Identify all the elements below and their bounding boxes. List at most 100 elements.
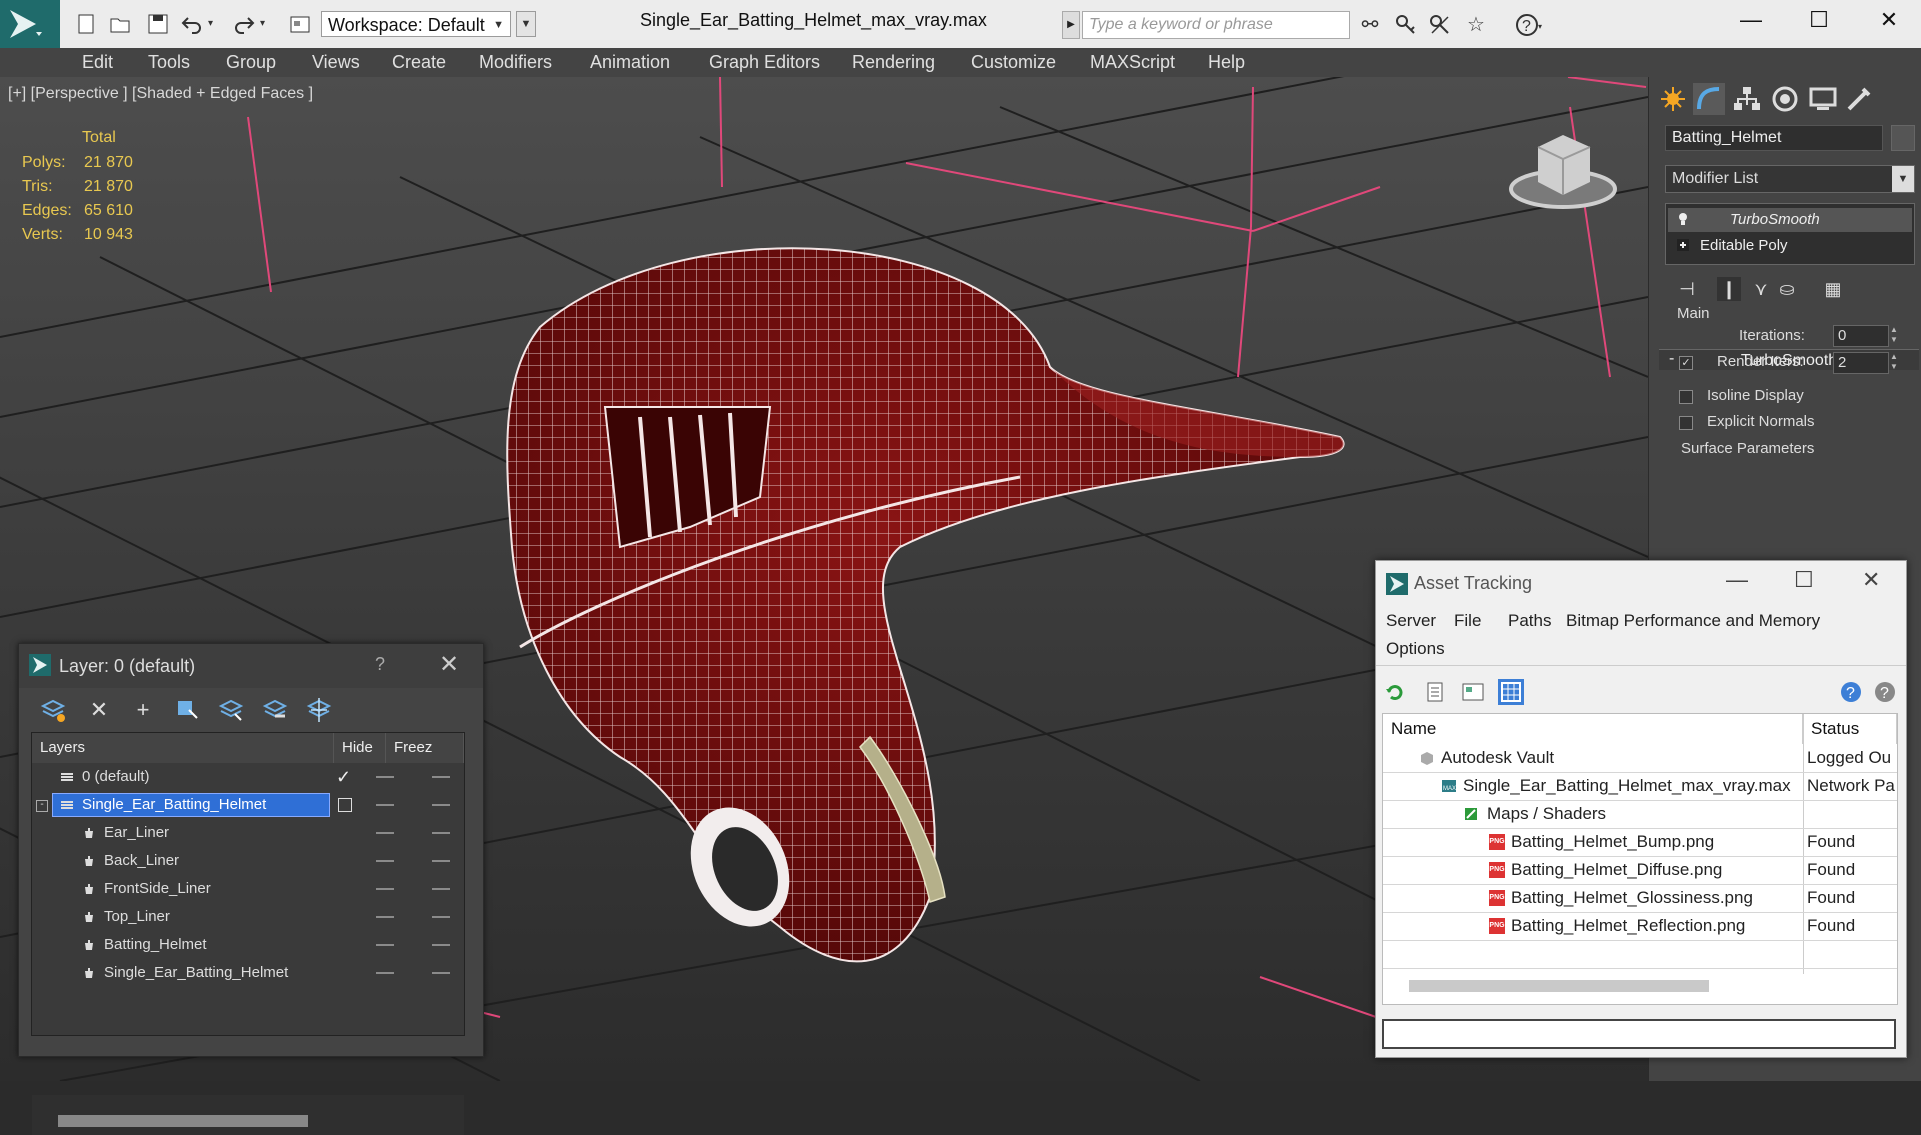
hide-toggle[interactable]	[376, 832, 394, 834]
isoline-display-checkbox[interactable]	[1679, 390, 1693, 404]
pin-stack-icon[interactable]: ⊣	[1675, 277, 1699, 301]
menu-create[interactable]: Create	[392, 52, 446, 73]
asset-row[interactable]: PNG Batting_Helmet_Reflection.png Found	[1383, 912, 1897, 941]
asset-row[interactable]: MAX Single_Ear_Batting_Helmet_max_vray.m…	[1383, 772, 1897, 801]
lightbulb-icon[interactable]	[1676, 212, 1690, 226]
active-layer-check-icon[interactable]: ✓	[336, 763, 351, 791]
motion-tab-icon[interactable]	[1769, 83, 1801, 115]
dialog-title-bar[interactable]: Layer: 0 (default) ? ✕	[19, 644, 483, 688]
object-row[interactable]: Single_Ear_Batting_Helmet	[32, 959, 464, 987]
asset-row[interactable]: Maps / Shaders	[1383, 800, 1897, 829]
menu-animation[interactable]: Animation	[590, 52, 670, 73]
freeze-toggle[interactable]	[432, 916, 450, 918]
menu-tools[interactable]: Tools	[148, 52, 190, 73]
close-icon[interactable]: ✕	[439, 650, 459, 679]
utilities-tab-icon[interactable]	[1843, 83, 1875, 115]
explicit-normals-checkbox[interactable]	[1679, 416, 1693, 430]
display-tab-icon[interactable]	[1807, 83, 1839, 115]
horizontal-scrollbar[interactable]	[58, 1115, 308, 1127]
search-expand-icon[interactable]: ▶	[1062, 11, 1080, 39]
workspace-menu-button[interactable]: ▼	[516, 11, 536, 37]
layer-row[interactable]: - Single_Ear_Batting_Helmet	[32, 791, 464, 819]
column-layers[interactable]: Layers	[32, 733, 334, 763]
save-icon[interactable]	[146, 12, 170, 36]
menu-file[interactable]: File	[1454, 611, 1481, 631]
horizontal-scrollbar[interactable]	[1409, 980, 1709, 992]
hide-toggle[interactable]	[376, 860, 394, 862]
render-iters-checkbox[interactable]: ✓	[1679, 356, 1693, 370]
viewcube-icon[interactable]	[1509, 135, 1617, 209]
set-current-layer-icon[interactable]	[338, 798, 352, 812]
iterations-spinner[interactable]: 0	[1833, 325, 1889, 347]
key-icon[interactable]	[1394, 13, 1418, 37]
modifier-list-dropdown[interactable]: Modifier List ▼	[1665, 165, 1915, 193]
show-end-result-icon[interactable]: ❙	[1717, 277, 1741, 301]
help-button[interactable]: ?	[375, 654, 385, 675]
asset-path-field[interactable]	[1382, 1019, 1896, 1049]
maximize-button[interactable]: ☐	[1794, 567, 1814, 593]
list-view-icon[interactable]	[1422, 679, 1448, 705]
menu-modifiers[interactable]: Modifiers	[479, 52, 552, 73]
freeze-toggle[interactable]	[432, 776, 450, 778]
new-layer-icon[interactable]	[39, 696, 67, 724]
redo-dropdown-icon[interactable]: ▾	[260, 12, 274, 36]
refresh-icon[interactable]	[1382, 679, 1408, 705]
create-tab-icon[interactable]	[1657, 83, 1689, 115]
stack-item-editable-poly[interactable]: Editable Poly	[1668, 234, 1912, 258]
redo-icon[interactable]	[232, 12, 256, 36]
make-unique-icon[interactable]: ⋎	[1749, 277, 1773, 301]
asset-row[interactable]: PNG Batting_Helmet_Bump.png Found	[1383, 828, 1897, 857]
menu-options[interactable]: Options	[1386, 639, 1445, 659]
table-view-icon[interactable]	[1498, 679, 1524, 705]
delete-layer-icon[interactable]: ✕	[85, 696, 113, 724]
hide-toggle[interactable]	[376, 776, 394, 778]
object-name-field[interactable]: Batting_Helmet	[1665, 125, 1883, 151]
asset-row[interactable]: PNG Batting_Helmet_Diffuse.png Found	[1383, 856, 1897, 885]
menu-rendering[interactable]: Rendering	[852, 52, 935, 73]
surface-parameters-label[interactable]: Surface Parameters	[1681, 440, 1814, 457]
search-input[interactable]: Type a keyword or phrase	[1082, 11, 1350, 39]
object-row[interactable]: FrontSide_Liner	[32, 875, 464, 903]
hide-toggle[interactable]	[376, 944, 394, 946]
column-status[interactable]: Status	[1803, 714, 1897, 744]
object-color-swatch[interactable]	[1891, 125, 1915, 151]
freeze-toggle[interactable]	[432, 888, 450, 890]
open-folder-icon[interactable]	[108, 12, 132, 36]
hide-toggle[interactable]	[376, 888, 394, 890]
helmet-mesh[interactable]	[506, 247, 1345, 963]
column-freeze[interactable]: Freez	[386, 733, 464, 763]
menu-edit[interactable]: Edit	[82, 52, 113, 73]
freeze-toggle[interactable]	[432, 972, 450, 974]
object-row[interactable]: Batting_Helmet	[32, 931, 464, 959]
help-icon[interactable]: ? ▾	[1516, 13, 1542, 37]
minimize-button[interactable]: —	[1726, 567, 1748, 593]
thumbnail-view-icon[interactable]	[1460, 679, 1486, 705]
minimize-button[interactable]: —	[1722, 0, 1780, 40]
spinner-arrows-icon[interactable]: ▲ ▼	[1889, 352, 1899, 374]
freeze-toggle[interactable]	[432, 804, 450, 806]
menu-graph-editors[interactable]: Graph Editors	[709, 52, 820, 73]
hide-toggle[interactable]	[376, 916, 394, 918]
menu-bitmap-performance[interactable]: Bitmap Performance and Memory	[1566, 611, 1820, 631]
freeze-toggle[interactable]	[432, 860, 450, 862]
undo-dropdown-icon[interactable]: ▾	[208, 12, 222, 36]
object-row[interactable]: Ear_Liner	[32, 819, 464, 847]
project-folder-icon[interactable]	[288, 12, 312, 36]
modify-tab-icon[interactable]	[1693, 83, 1725, 115]
asset-row[interactable]: Autodesk Vault Logged Ou	[1383, 744, 1897, 773]
select-objects-icon[interactable]	[173, 696, 201, 724]
menu-group[interactable]: Group	[226, 52, 276, 73]
close-button[interactable]: ✕	[1860, 0, 1918, 40]
render-iters-spinner[interactable]: 2	[1833, 352, 1889, 374]
object-row[interactable]: Top_Liner	[32, 903, 464, 931]
app-logo-icon[interactable]	[0, 0, 60, 48]
star-favorites-icon[interactable]: ☆	[1464, 13, 1488, 37]
configure-modifier-sets-icon[interactable]: ▦	[1821, 277, 1845, 301]
new-file-icon[interactable]	[74, 12, 98, 36]
workspace-dropdown[interactable]: Workspace: Default ▼	[321, 11, 511, 37]
hide-all-layers-icon[interactable]	[261, 696, 289, 724]
add-to-layer-icon[interactable]: +	[129, 696, 157, 724]
close-button[interactable]: ✕	[1862, 567, 1880, 593]
menu-maxscript[interactable]: MAXScript	[1090, 52, 1175, 73]
freeze-toggle[interactable]	[432, 944, 450, 946]
